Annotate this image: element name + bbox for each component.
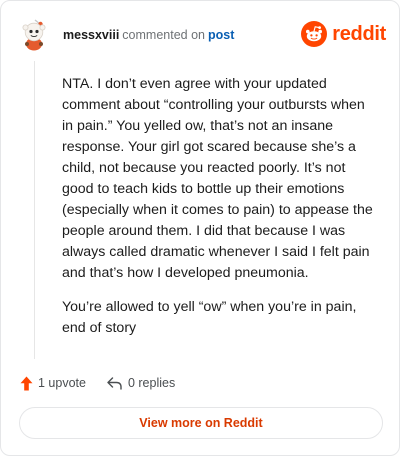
view-more-button[interactable]: View more on Reddit — [19, 407, 383, 439]
comment-body: NTA. I don’t even agree with your update… — [62, 74, 375, 352]
comment-actions: 1 upvote 0 replies — [20, 373, 175, 393]
replies-count: 0 replies — [127, 376, 176, 390]
comment-meta: messxviii commented on post — [63, 27, 234, 43]
reddit-brand[interactable]: reddit — [301, 20, 386, 48]
reply-arrow-icon — [107, 376, 122, 390]
comment-author[interactable]: messxviii — [63, 28, 119, 42]
replies-button[interactable]: 0 replies — [107, 376, 175, 390]
reddit-wordmark: reddit — [332, 22, 386, 45]
post-link[interactable]: post — [208, 28, 234, 42]
snoo-avatar-icon[interactable] — [20, 17, 48, 51]
comment-action-text: commented on — [122, 28, 205, 42]
upvote-button[interactable]: 1 upvote — [20, 376, 86, 391]
upvote-arrow-icon — [20, 376, 33, 390]
embedded-comment-card: messxviii commented on post reddit NTA. I … — [0, 0, 400, 456]
comment-header: messxviii commented on post reddit — [20, 17, 386, 53]
comment-paragraph: You’re allowed to yell “ow” when you’re … — [62, 299, 357, 336]
upvote-count: 1 upvote — [38, 376, 86, 390]
comment-paragraph: NTA. I don’t even agree with your update… — [62, 76, 373, 281]
reddit-snoo-icon — [301, 21, 328, 47]
thread-line — [34, 61, 35, 359]
